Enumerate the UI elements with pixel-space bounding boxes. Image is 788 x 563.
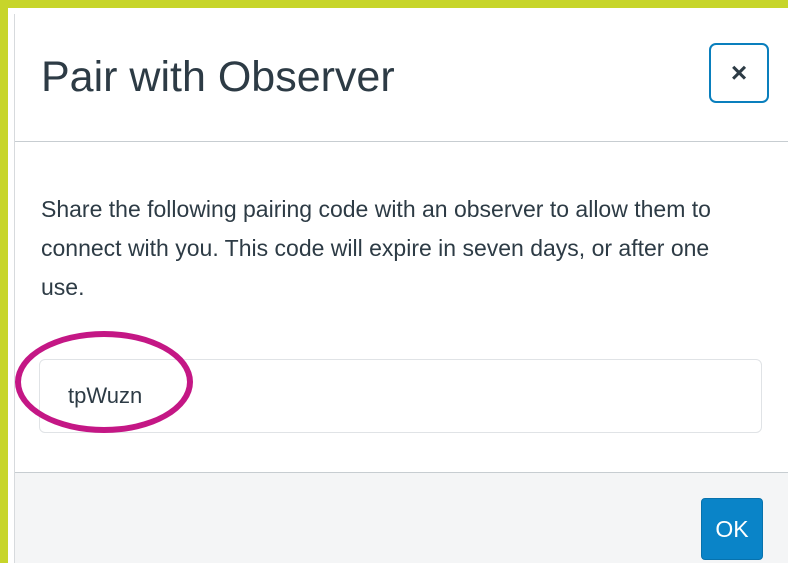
close-icon: ×: [730, 57, 748, 88]
pairing-description: Share the following pairing code with an…: [41, 196, 711, 300]
ok-button[interactable]: OK: [701, 498, 763, 560]
modal-title: Pair with Observer: [41, 53, 395, 101]
modal-footer: OK: [15, 472, 788, 563]
pairing-code-field[interactable]: [39, 359, 762, 433]
close-button[interactable]: ×: [709, 43, 769, 103]
pair-with-observer-modal: Pair with Observer × Share the following…: [14, 14, 788, 563]
modal-header: Pair with Observer ×: [15, 14, 788, 142]
modal-body: Share the following pairing code with an…: [15, 142, 788, 472]
